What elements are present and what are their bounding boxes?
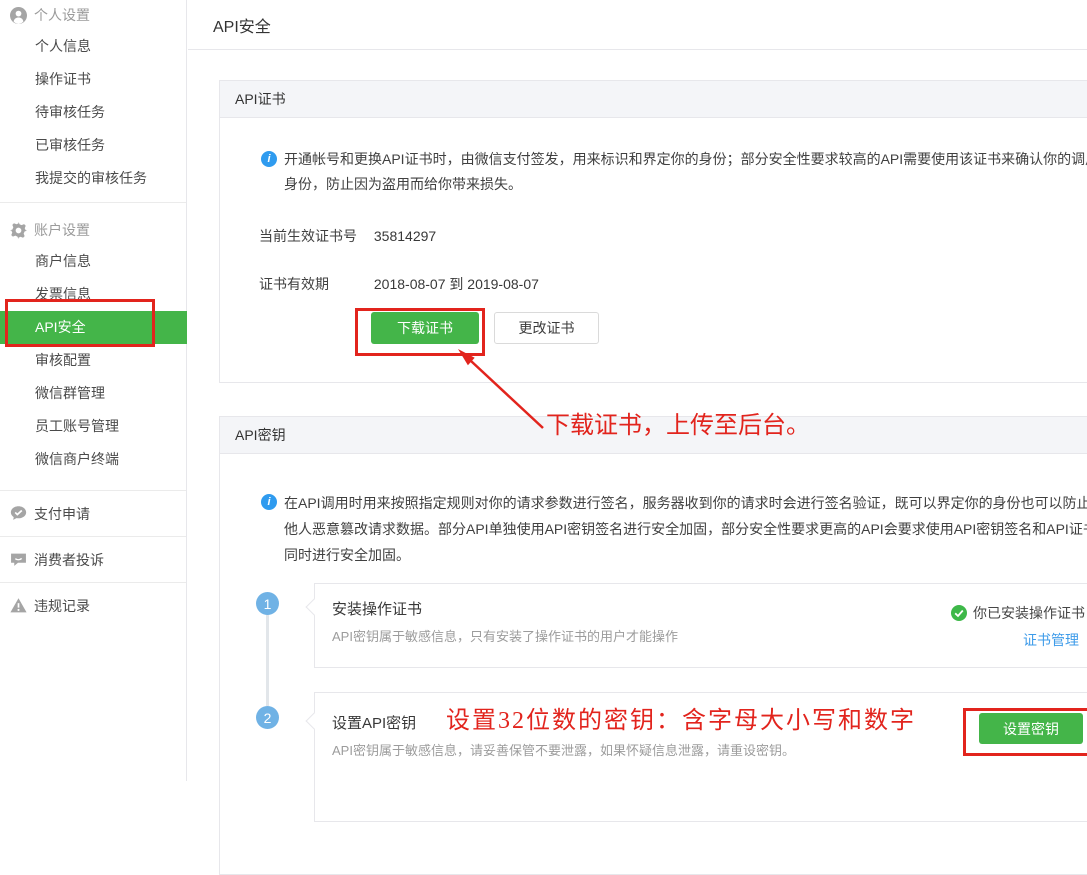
main-content: API安全 API证书 i 开通帐号和更换API证书时，由微信支付签发，用来标识…: [188, 0, 1087, 781]
sidebar-item-operation-cert[interactable]: 操作证书: [0, 63, 186, 96]
certificate-info-line: 身份，防止因为盗用而给你带来损失。: [284, 172, 1087, 197]
sidebar-item-api-security[interactable]: API安全: [0, 311, 187, 344]
api-certificate-card: API证书 i 开通帐号和更换API证书时，由微信支付签发，用来标识和界定你的身…: [219, 80, 1087, 383]
certificate-number: 35814297: [374, 228, 436, 244]
user-icon: [10, 7, 27, 24]
api-key-info-line: 同时进行安全加固。: [284, 542, 1087, 568]
field-label: 当前生效证书号: [259, 226, 370, 246]
certificate-validity-row: 证书有效期 2018-08-07 到 2019-08-07: [259, 274, 539, 294]
current-certificate-row: 当前生效证书号 35814297: [259, 226, 436, 246]
step-install-certificate: 安装操作证书 API密钥属于敏感信息，只有安装了操作证书的用户才能操作 你已安装…: [314, 583, 1087, 668]
check-circle-icon: [951, 605, 967, 621]
change-certificate-button[interactable]: 更改证书: [494, 312, 599, 344]
step-set-api-key: 设置API密钥 API密钥属于敏感信息，请妥善保管不要泄露，如果怀疑信息泄露，请…: [314, 692, 1087, 822]
sidebar-section-account-settings: 账户设置: [0, 215, 186, 245]
sidebar: 个人设置 个人信息 操作证书 待审核任务 已审核任务 我提交的审核任务 账户设置…: [0, 0, 187, 781]
certificate-info: i 开通帐号和更换API证书时，由微信支付签发，用来标识和界定你的身份；部分安全…: [261, 147, 1087, 197]
info-icon: i: [261, 151, 277, 167]
api-certificate-card-header: API证书: [220, 81, 1087, 118]
warning-icon: [10, 597, 27, 614]
step-title: 设置API密钥: [315, 693, 1087, 734]
info-icon: i: [261, 494, 277, 510]
api-key-card: API密钥 i 在API调用时用来按照指定规则对你的请求参数进行签名，服务器收到…: [219, 416, 1087, 875]
page-title: API安全: [213, 13, 271, 37]
sidebar-item-staff-account[interactable]: 员工账号管理: [0, 410, 186, 443]
sidebar-section-label: 个人设置: [34, 5, 90, 25]
sidebar-item-review-config[interactable]: 审核配置: [0, 344, 186, 377]
sidebar-link-consumer-complaints[interactable]: 消费者投诉: [0, 536, 186, 582]
sidebar-item-my-submitted[interactable]: 我提交的审核任务: [0, 162, 186, 195]
step-2-badge: 2: [256, 706, 279, 729]
step-description: API密钥属于敏感信息，只有安装了操作证书的用户才能操作: [332, 628, 1087, 645]
sidebar-section-personal-settings: 个人设置: [0, 0, 186, 30]
certificate-manage-link[interactable]: 证书管理: [1023, 630, 1079, 650]
step-1-badge: 1: [256, 592, 279, 615]
certificate-validity: 2018-08-07 到 2019-08-07: [374, 276, 539, 292]
set-key-button[interactable]: 设置密钥: [979, 713, 1083, 744]
sidebar-link-payment-application[interactable]: 支付申请: [0, 490, 186, 536]
certificate-installed-status: 你已安装操作证书: [951, 603, 1085, 623]
gear-icon: [10, 222, 27, 239]
sidebar-item-reviewed[interactable]: 已审核任务: [0, 129, 186, 162]
chat-icon: [10, 551, 27, 568]
chat-check-icon: [10, 505, 27, 522]
sidebar-link-violation-records[interactable]: 违规记录: [0, 582, 186, 628]
sidebar-item-personal-info[interactable]: 个人信息: [0, 30, 186, 63]
api-key-card-header: API密钥: [220, 417, 1087, 454]
api-key-info-line: 在API调用时用来按照指定规则对你的请求参数进行签名，服务器收到你的请求时会进行…: [284, 490, 1087, 516]
sidebar-link-label: 支付申请: [34, 504, 90, 524]
api-key-info: i 在API调用时用来按照指定规则对你的请求参数进行签名，服务器收到你的请求时会…: [261, 490, 1087, 568]
api-key-info-line: 他人恶意篡改请求数据。部分API单独使用API密钥签名进行安全加固，部分安全性要…: [284, 516, 1087, 542]
sidebar-item-invoice-info[interactable]: 发票信息: [0, 278, 186, 311]
download-certificate-button[interactable]: 下载证书: [371, 312, 479, 344]
sidebar-item-merchant-info[interactable]: 商户信息: [0, 245, 186, 278]
sidebar-item-pending-review[interactable]: 待审核任务: [0, 96, 186, 129]
step-connector-line: [266, 614, 269, 706]
status-text: 你已安装操作证书: [973, 603, 1085, 623]
sidebar-link-label: 违规记录: [34, 596, 90, 616]
sidebar-section-label: 账户设置: [34, 220, 90, 240]
field-label: 证书有效期: [259, 274, 370, 294]
certificate-info-line: 开通帐号和更换API证书时，由微信支付签发，用来标识和界定你的身份；部分安全性要…: [284, 147, 1087, 172]
step-description: API密钥属于敏感信息，请妥善保管不要泄露，如果怀疑信息泄露，请重设密钥。: [332, 742, 1087, 759]
sidebar-item-merchant-terminal[interactable]: 微信商户终端: [0, 443, 186, 476]
sidebar-item-wechat-group[interactable]: 微信群管理: [0, 377, 186, 410]
sidebar-link-label: 消费者投诉: [34, 550, 104, 570]
